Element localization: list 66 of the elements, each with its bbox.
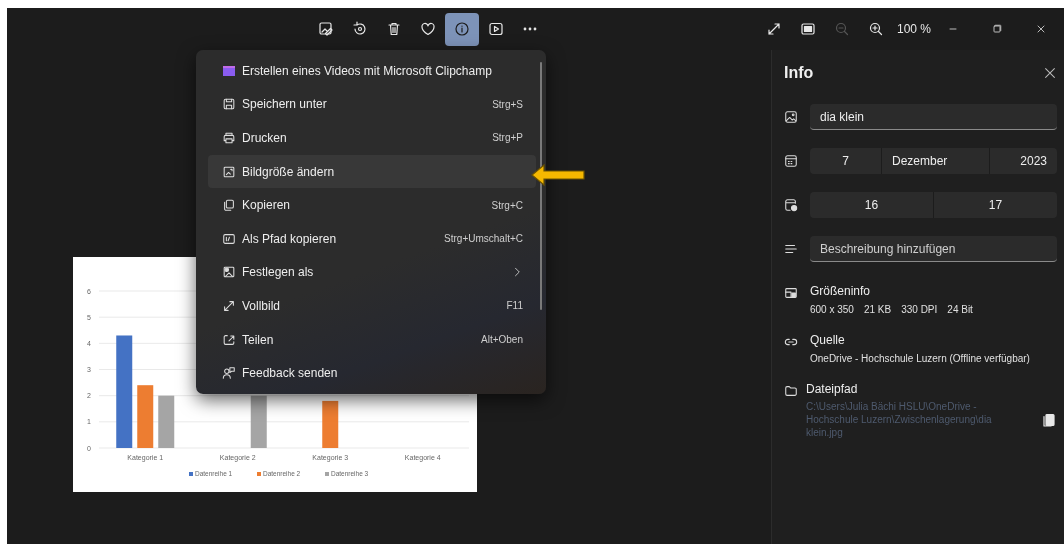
menu-item[interactable]: Erstellen eines Videos mit Microsoft Clipchamp [208, 54, 536, 88]
heart-icon [420, 21, 436, 37]
feedback-icon [222, 366, 236, 381]
minute-field[interactable]: 17 [934, 192, 1057, 218]
info-icon [454, 21, 470, 37]
close-icon [1043, 66, 1057, 80]
info-value: 600 x 350 [810, 304, 854, 315]
chart-bar [158, 395, 175, 448]
info-button[interactable] [445, 12, 479, 46]
scrollbar[interactable] [540, 62, 542, 310]
menu-item[interactable]: Speichern unter Strg+S [208, 87, 536, 122]
copy-icon [222, 198, 236, 213]
set-as-icon [222, 265, 236, 280]
menu-item[interactable]: Als Pfad kopieren Strg+Umschalt+C [208, 221, 536, 256]
text-lines-icon [784, 242, 798, 256]
print-icon [222, 131, 236, 145]
info-value: 24 Bit [947, 304, 973, 315]
section-title: Quelle [810, 333, 846, 347]
legend-swatch [189, 472, 193, 476]
video-app-icon [222, 63, 236, 78]
section-title: Größeninfo [810, 284, 872, 298]
close-panel-button[interactable] [1043, 66, 1057, 80]
restore-icon [991, 23, 1004, 35]
menu-item[interactable]: Bildgröße ändern [208, 154, 536, 189]
info-value: OneDrive - Hochschule Luzern (Offline verfügbar) [810, 353, 1030, 364]
menu-item[interactable]: Teilen Alt+Oben [208, 322, 536, 357]
resize-icon [222, 164, 236, 179]
menu-item[interactable]: Festlegen als [208, 255, 536, 290]
description-field[interactable]: Beschreibung hinzufügen [810, 236, 1057, 262]
copy-icon [1041, 411, 1057, 428]
chart-bar [137, 385, 154, 448]
time-picker[interactable]: 16 17 [810, 192, 1057, 218]
menu-item[interactable]: Feedback senden [208, 356, 536, 390]
info-value: 330 DPI [901, 304, 938, 315]
fullscreen-icon [222, 298, 236, 313]
date-picker[interactable]: 7 Dezember 2023 [810, 148, 1057, 174]
folder-icon [784, 384, 798, 398]
copy-path-icon [222, 231, 236, 246]
annotation-arrow-icon [530, 163, 586, 187]
share-icon [222, 332, 236, 347]
save-icon [222, 97, 236, 112]
hour-field[interactable]: 16 [810, 192, 934, 218]
calendar-icon [784, 154, 798, 168]
calendar-clock-icon [784, 198, 798, 212]
image-pencil-icon [318, 21, 334, 37]
info-value: 21 KB [863, 304, 892, 315]
image-icon [784, 110, 798, 124]
legend-swatch [257, 472, 261, 476]
menu-item[interactable]: Vollbild F11 [208, 289, 536, 323]
panel-title: Info [784, 64, 814, 82]
play-icon [488, 21, 504, 37]
name-field[interactable]: dia klein [810, 104, 1057, 130]
zoom-level: 100 % [897, 22, 932, 36]
chart-bar [322, 400, 339, 448]
day-field[interactable]: 7 [810, 148, 882, 174]
section-title: Dateipfad [806, 382, 859, 396]
copy-path-button[interactable] [1041, 411, 1057, 428]
rotate-icon [352, 21, 368, 37]
image-size-icon [784, 286, 798, 300]
legend-swatch [325, 472, 329, 476]
menu-item[interactable]: Kopieren Strg+C [208, 188, 536, 222]
trash-icon [386, 21, 402, 37]
file-path: C:\Users\Julia Bächi HSLU\OneDrive - Hochschule Luzern\Zwischenlagerung\dia klein.jpg [806, 400, 993, 439]
year-field[interactable]: 2023 [990, 148, 1057, 174]
menu-item[interactable]: Drucken Strg+P [208, 121, 536, 155]
month-field[interactable]: Dezember [882, 148, 990, 174]
